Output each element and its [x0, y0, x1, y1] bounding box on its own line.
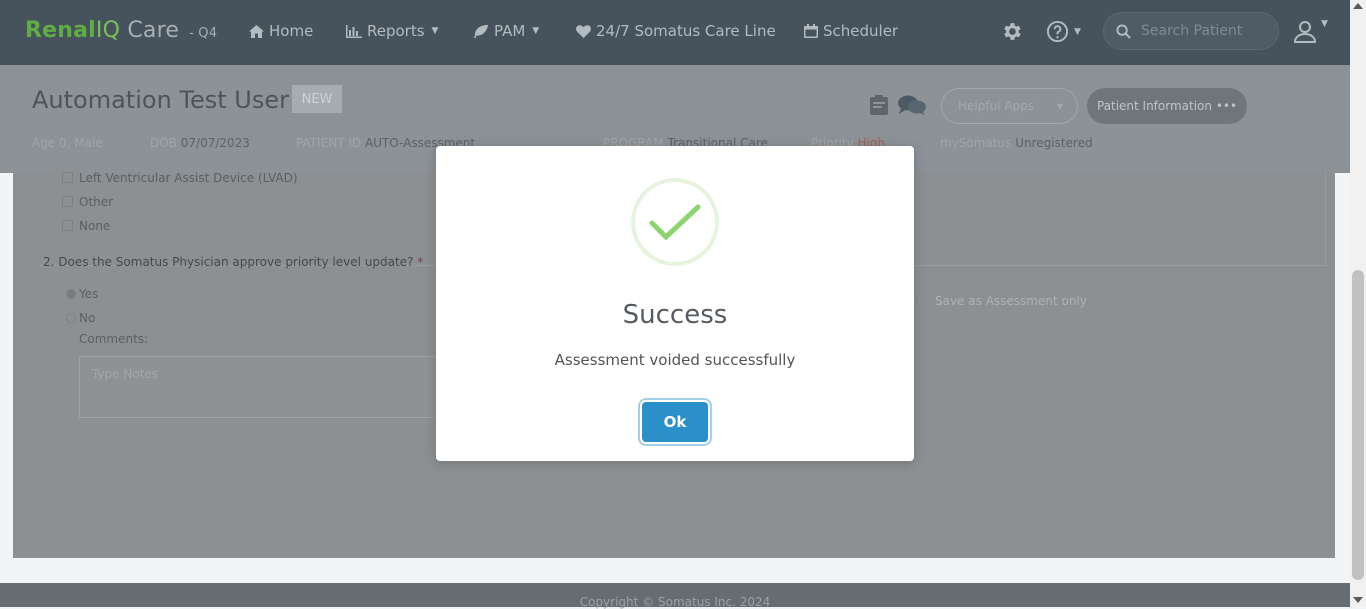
chevron-down-icon: ▼: [532, 26, 540, 36]
nav-pam-label: PAM: [494, 22, 526, 40]
chat-bubbles-icon: [898, 95, 926, 115]
user-menu-button[interactable]: ▼: [1293, 19, 1328, 43]
meta-dob: DOB 07/07/2023: [150, 136, 250, 150]
patient-name: Automation Test User: [32, 86, 290, 114]
home-icon: [249, 24, 264, 38]
user-icon: [1293, 21, 1317, 43]
chat-button[interactable]: [897, 94, 927, 120]
bar-chart-icon: [346, 24, 362, 38]
nav-reports[interactable]: Reports ▼: [346, 22, 438, 40]
success-check-icon: [631, 178, 719, 266]
question-2: 2. Does the Somatus Physician approve pr…: [43, 255, 424, 269]
nav-scheduler[interactable]: Scheduler: [804, 22, 898, 40]
radio-yes[interactable]: [66, 289, 76, 299]
heart-pulse-icon: [576, 24, 591, 38]
option-lvad-label: Left Ventricular Assist Device (LVAD): [79, 171, 298, 185]
calendar-icon: [804, 24, 818, 38]
answer-yes-label: Yes: [79, 287, 99, 301]
scroll-up-arrow-icon[interactable]: [1353, 3, 1363, 9]
success-dialog: Success Assessment voided successfully O…: [436, 146, 914, 461]
patient-search[interactable]: [1103, 12, 1279, 50]
chevron-down-icon: ▼: [1074, 26, 1081, 37]
radio-no[interactable]: [66, 313, 76, 323]
clipboard-icon: [870, 95, 888, 115]
nav-reports-label: Reports: [367, 22, 425, 40]
helpful-apps-label: Helpful Apps: [958, 99, 1035, 113]
scroll-down-arrow-icon[interactable]: [1353, 597, 1363, 603]
search-icon: [1116, 23, 1131, 39]
comments-label: Comments:: [79, 332, 149, 346]
nav-home-label: Home: [269, 22, 314, 40]
nav-pam[interactable]: PAM ▼: [474, 22, 539, 40]
gear-icon: [1004, 23, 1021, 40]
dialog-title: Success: [622, 300, 728, 330]
checkbox-none[interactable]: [62, 220, 73, 231]
option-none-label: None: [79, 219, 111, 233]
save-assessment-only-label: Save as Assessment only: [935, 294, 1087, 308]
top-navbar: RenalIQ Care - Q4 Home Reports ▼ PAM ▼ 24/7…: [0, 0, 1350, 65]
chevron-down-icon: ▼: [431, 26, 439, 36]
checkbox-lvad[interactable]: [62, 172, 73, 183]
answer-no-label: No: [79, 311, 96, 325]
ok-button[interactable]: Ok: [642, 402, 708, 442]
brand-logo[interactable]: RenalIQ Care - Q4: [25, 18, 217, 43]
chevron-down-icon: ▼: [1056, 101, 1063, 111]
chevron-down-icon: ▼: [1321, 19, 1328, 29]
checkbox-other[interactable]: [62, 196, 73, 207]
nav-scheduler-label: Scheduler: [823, 22, 899, 40]
search-input[interactable]: [1139, 22, 1269, 40]
settings-button[interactable]: [1000, 20, 1023, 47]
dialog-message: Assessment voided successfully: [554, 351, 796, 369]
radio-save-assessment-only[interactable]: [916, 296, 926, 306]
meta-age-sex: Age 0, Male: [32, 136, 103, 150]
option-other-label: Other: [79, 195, 114, 209]
nav-care-line-label: 24/7 Somatus Care Line: [596, 22, 776, 40]
nav-care-line[interactable]: 24/7 Somatus Care Line: [576, 22, 776, 40]
care-plan-button[interactable]: [869, 94, 889, 120]
helpful-apps-dropdown[interactable]: Helpful Apps ▼: [941, 88, 1078, 124]
new-badge: NEW: [292, 85, 342, 113]
help-menu-button[interactable]: ▼: [1046, 20, 1081, 43]
environment-label: - Q4: [189, 26, 218, 41]
patient-information-button[interactable]: Patient Information •••: [1087, 88, 1247, 124]
meta-mysomatus: mySomatus Unregistered: [940, 136, 1093, 150]
leaf-icon: [474, 24, 488, 38]
divider: [1325, 173, 1326, 265]
notes-textarea[interactable]: Type Notes: [79, 356, 449, 418]
question-circle-icon: [1046, 20, 1069, 43]
scrollbar-thumb[interactable]: [1352, 270, 1364, 580]
nav-home[interactable]: Home: [249, 22, 313, 40]
